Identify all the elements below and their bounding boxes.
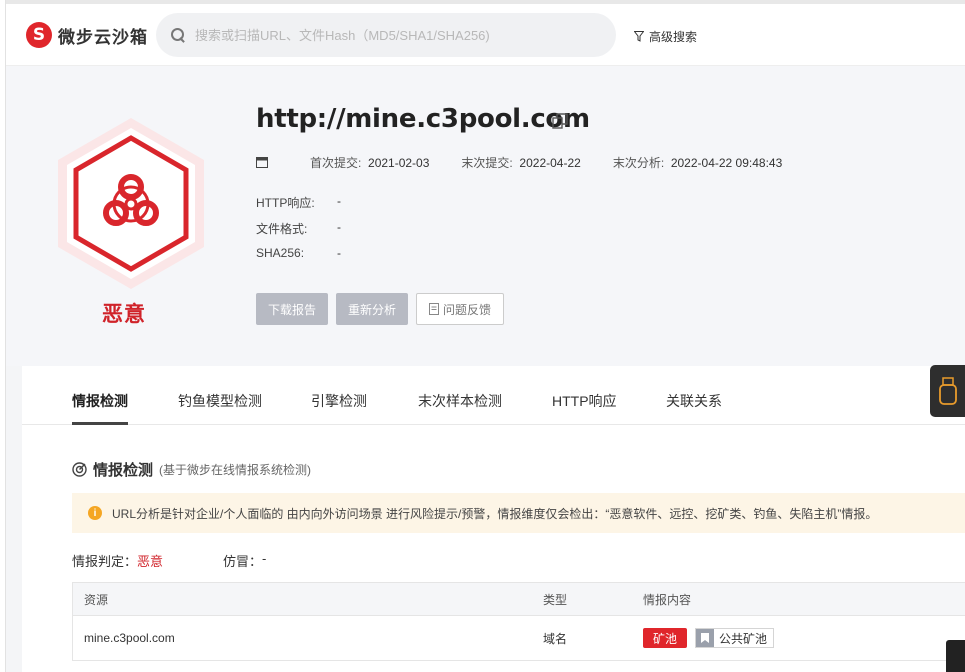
page-title: http://mine.c3pool.com [256,104,590,134]
first-submit: 首次提交: 2021-02-03 [310,156,430,170]
target-icon [72,462,87,477]
reanalyze-button[interactable]: 重新分析 [336,293,408,325]
info-icon: i [88,506,102,520]
col-type: 类型 [543,592,568,607]
bookmark-icon [696,629,715,647]
filter-icon [634,31,644,42]
search-icon [171,28,185,42]
calendar-icon [256,157,268,168]
scrollbar-thumb[interactable] [946,640,965,672]
tab-phishing[interactable]: 钓鱼模型检测 [178,391,262,411]
section-subtitle: (基于微步在线情报系统检测) [159,463,312,477]
cell-resource[interactable]: mine.c3pool.com [73,631,543,645]
last-analysis: 末次分析: 2022-04-22 09:48:43 [612,156,783,170]
public-pool-tag: 公共矿池 [695,628,775,648]
search-bar[interactable] [156,13,616,57]
notice-banner: i URL分析是针对企业/个人面临的 由内向外访问场景 进行风险提示/预警，情报… [72,493,965,533]
table-row: mine.c3pool.com 域名 矿池 公共矿池 [73,616,965,660]
document-icon [429,303,439,315]
submission-dates: 首次提交: 2021-02-03 末次提交: 2022-04-22 末次分析: … [256,154,814,171]
section-heading: 情报检测 (基于微步在线情报系统检测) [72,459,311,480]
usb-icon [938,377,957,405]
meta-sha256: SHA256: - [256,246,341,260]
tab-relations[interactable]: 关联关系 [666,391,722,411]
meta-format: 文件格式: - [256,220,341,236]
logo-icon: S [26,22,52,48]
last-submit: 末次提交: 2022-04-22 [461,156,581,170]
search-input[interactable] [195,27,595,43]
tab-intel[interactable]: 情报检测 [72,391,128,411]
logo-text: 微步云沙箱 [58,27,148,47]
tab-http[interactable]: HTTP响应 [552,391,617,411]
judge-label: 情报判定： [72,554,138,569]
content-panel: 情报检测 钓鱼模型检测 引擎检测 末次样本检测 HTTP响应 关联关系 情报检测… [22,366,965,672]
active-tab-indicator [72,422,128,425]
meta-http: HTTP响应: - [256,194,341,210]
cell-intel: 矿池 公共矿池 [643,628,965,648]
verdict-label: 恶意 [102,303,146,326]
download-report-button[interactable]: 下载报告 [256,293,328,325]
judge-value: 恶意 [137,554,164,569]
col-intel: 情报内容 [643,592,692,607]
notice-text: URL分析是针对企业/个人面临的 由内向外访问场景 进行风险提示/预警，情报维度… [112,506,878,521]
advanced-search-link[interactable]: 高级搜索 [634,28,697,45]
logo[interactable]: S 微步云沙箱 [26,22,148,48]
copy-icon[interactable] [552,113,568,129]
feedback-label: 问题反馈 [443,302,492,317]
col-resource: 资源 [84,592,109,607]
advanced-search-label: 高级搜索 [649,30,698,44]
meta-info: HTTP响应: - 文件格式: - SHA256: - [256,194,341,272]
feedback-button[interactable]: 问题反馈 [416,293,504,325]
tab-last-sample[interactable]: 末次样本检测 [418,391,502,411]
biohazard-badge-icon [58,118,204,289]
table-header: 资源 类型 情报内容 [73,583,965,616]
cell-type: 域名 [543,631,568,646]
fake-label: 仿冒： [223,554,263,569]
floating-side-widget[interactable] [930,365,965,417]
intel-table: 资源 类型 情报内容 mine.c3pool.com 域名 矿池 公共矿池 [72,582,965,661]
tab-engine[interactable]: 引擎检测 [311,391,367,411]
judgement-row: 情报判定： 恶意 仿冒： - [72,551,266,570]
tab-bar: 情报检测 钓鱼模型检测 引擎检测 末次样本检测 HTTP响应 关联关系 [22,366,965,425]
report-summary: 恶意 http://mine.c3pool.com 首次提交: 2021-02-… [6,66,965,366]
public-pool-label: 公共矿池 [719,631,768,646]
top-header: S 微步云沙箱 高级搜索 [6,4,965,66]
section-title: 情报检测 [93,462,154,479]
action-buttons: 下载报告 重新分析 问题反馈 [256,293,512,325]
fake-value: - [262,551,267,566]
mining-pool-tag: 矿池 [643,628,688,648]
